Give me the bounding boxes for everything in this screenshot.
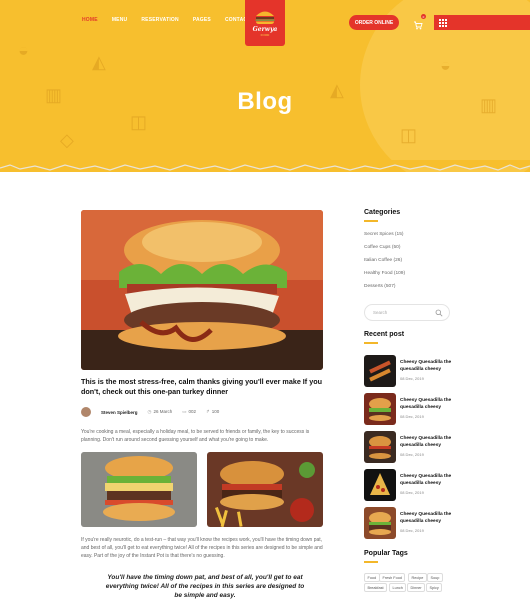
tag[interactable]: Food <box>364 573 380 582</box>
post-title[interactable]: This is the most stress-free, calm thank… <box>81 377 326 397</box>
recent-post-underline <box>364 342 378 344</box>
popular-tags-underline <box>364 561 378 563</box>
cart-icon <box>414 21 423 30</box>
calendar-icon: ◷ <box>147 409 152 414</box>
logo-tagline: FOOD <box>260 33 270 37</box>
recent-post-title[interactable]: Cheesy Quesadilla the quesadilla cheesy <box>400 511 456 525</box>
order-online-button[interactable]: ORDER ONLINE <box>349 15 399 30</box>
grid-menu-icon <box>439 19 447 27</box>
recent-post-title[interactable]: Cheesy Quesadilla the quesadilla cheesy <box>400 473 456 487</box>
categories-heading: Categories <box>364 209 401 216</box>
recent-post-thumb[interactable] <box>364 507 396 539</box>
post-image-3[interactable] <box>207 452 323 527</box>
post-excerpt: You're cooking a meal, especially a holi… <box>81 429 310 443</box>
tag[interactable]: Lunch <box>389 583 407 592</box>
burger-doodle-icon: ◒ <box>18 40 29 60</box>
recent-post-thumb[interactable] <box>364 355 396 387</box>
share-icon: ↱ <box>206 409 210 414</box>
tag[interactable]: Fresh Food <box>379 573 406 582</box>
search-icon[interactable] <box>435 309 443 317</box>
recent-post-thumb[interactable] <box>364 393 396 425</box>
cart-count-badge: 0 <box>421 14 426 19</box>
burger-photo <box>81 210 323 370</box>
category-link[interactable]: Healthy Food (109) <box>364 271 405 276</box>
nav-item-reservation[interactable]: RESERVATION <box>141 17 178 23</box>
recent-post-date: 08 Dec, 2019 <box>400 376 424 381</box>
tag[interactable]: Spicy <box>426 583 443 592</box>
recent-post-date: 08 Dec, 2019 <box>400 414 424 419</box>
logo-name: Gerwya <box>252 26 278 33</box>
category-link[interactable]: Italian Coffee (26) <box>364 258 402 263</box>
tag[interactable]: Soup <box>427 573 443 582</box>
logo[interactable]: Gerwya FOOD <box>245 0 285 46</box>
recent-post-thumb[interactable] <box>364 469 396 501</box>
post-body: If you're really neurotic, do a test-run… <box>81 537 323 559</box>
burger-fries-photo <box>207 452 323 527</box>
post-author[interactable]: Steven Spielberg <box>101 410 138 415</box>
hero-banner: ◒ ◭ ▥ ◫ ◇ ◒ ▥ ◫ ◭ HOME MENU RESERVATION … <box>0 0 530 172</box>
tag[interactable]: Recipe <box>408 573 427 582</box>
post-shares-wrap[interactable]: ↱ 100 <box>206 409 219 415</box>
main-nav: HOME MENU RESERVATION PAGES CONTACT <box>82 17 250 23</box>
burger-photo <box>364 431 396 463</box>
category-link[interactable]: Secret Spices (15) <box>364 232 403 237</box>
recent-post-title[interactable]: Cheesy Quesadilla the quesadilla cheesy <box>400 397 456 411</box>
author-avatar <box>81 407 91 417</box>
comment-icon: ▭ <box>182 409 187 414</box>
post-meta: Steven Spielberg ◷ 26 March ▭ 002 ↱ 100 <box>81 407 219 417</box>
burger-photo <box>364 393 396 425</box>
burger-doodle-icon: ◒ <box>440 55 451 75</box>
search-placeholder: Search <box>373 310 388 315</box>
post-date: 26 March <box>153 409 173 414</box>
burger-logo-icon <box>255 11 275 24</box>
category-link[interactable]: Desserts (507) <box>364 284 395 289</box>
pizza-doodle-icon: ◭ <box>92 52 106 72</box>
search-input[interactable]: Search <box>364 304 450 321</box>
page-title: Blog <box>237 88 293 115</box>
post-comments-wrap[interactable]: ▭ 002 <box>182 409 196 415</box>
drink-doodle-icon: ◫ <box>400 125 418 145</box>
post-shares: 100 <box>211 409 220 414</box>
post-image-2[interactable] <box>81 452 197 527</box>
nav-item-menu[interactable]: MENU <box>112 17 128 23</box>
recent-post-date: 08 Dec, 2019 <box>400 452 424 457</box>
recent-post-date: 08 Dec, 2019 <box>400 528 424 533</box>
popular-tags-heading: Popular Tags <box>364 550 408 557</box>
recent-post-title[interactable]: Cheesy Quesadilla the quesadilla cheesy <box>400 435 456 449</box>
category-link[interactable]: Coffee Cups (50) <box>364 245 400 250</box>
menu-toggle-bar[interactable] <box>434 15 530 30</box>
skewers-photo <box>364 355 396 387</box>
nav-item-home[interactable]: HOME <box>82 17 98 23</box>
recent-post-thumb[interactable] <box>364 431 396 463</box>
recent-post-heading: Recent post <box>364 331 405 338</box>
post-comments: 002 <box>188 409 196 414</box>
recent-post-title[interactable]: Cheesy Quesadilla the quesadilla cheesy <box>400 359 456 373</box>
cart-button[interactable]: 0 <box>413 14 426 30</box>
nav-item-pages[interactable]: PAGES <box>193 17 211 23</box>
wrap-doodle-icon: ◇ <box>60 130 74 150</box>
post-date-wrap: ◷ 26 March <box>148 409 173 415</box>
tag[interactable]: Dinner <box>407 583 426 592</box>
pizza-photo <box>364 469 396 501</box>
categories-underline <box>364 220 378 222</box>
tag[interactable]: Breakfast <box>364 583 388 592</box>
post-featured-image[interactable] <box>81 210 323 370</box>
recent-post-date: 08 Dec, 2019 <box>400 490 424 495</box>
post-quote: You'll have the timing down pat, and bes… <box>105 574 305 599</box>
stacked-burger-photo <box>81 452 197 527</box>
burger-photo <box>364 507 396 539</box>
torn-edge-divider <box>0 160 530 171</box>
